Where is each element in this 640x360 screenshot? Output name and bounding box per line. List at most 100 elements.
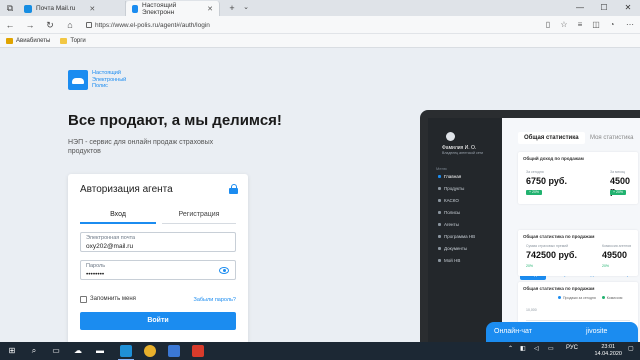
menu-label: КАСКО — [444, 198, 459, 203]
battery-icon[interactable]: ▭ — [548, 345, 554, 352]
avatar — [446, 132, 455, 141]
edge-browser-icon[interactable] — [120, 345, 132, 357]
close-tab-icon[interactable]: ✕ — [207, 5, 213, 13]
tab-mail-label: Почта Mail.ru — [36, 5, 76, 12]
volume-icon[interactable]: ◁ — [534, 345, 539, 352]
income-title: Общий доход по продажам — [523, 156, 584, 161]
profile-icon[interactable]: ◔ — [606, 19, 618, 31]
income-right-badge: + 20% — [610, 190, 627, 195]
secure-lock-icon — [86, 22, 92, 28]
home-icon[interactable]: ⌂ — [64, 19, 76, 31]
chrome-icon[interactable] — [144, 345, 156, 357]
auth-card: Авторизация агента Вход Регистрация Элек… — [68, 174, 248, 342]
file-explorer-icon[interactable]: ▬ — [94, 345, 106, 357]
agents-icon — [438, 223, 441, 226]
remember-checkbox[interactable] — [80, 296, 87, 303]
menu-label: Программа НВ — [444, 234, 476, 239]
onedrive-icon[interactable]: ☁ — [72, 345, 84, 357]
auth-title: Авторизация агента — [80, 184, 173, 195]
bookmark-torgi[interactable]: Торги — [60, 37, 86, 44]
tab-login[interactable]: Вход — [80, 208, 156, 224]
menu-label: Главная — [444, 174, 462, 179]
tab-list-chevron-icon[interactable]: ⌄ — [240, 2, 252, 14]
bookmarks-bar: Авиабилеты Торги — [0, 34, 640, 48]
dashboard-tab-mine: Моя статистика — [590, 135, 634, 141]
dashboard-menu-item: Программа НВ — [438, 234, 475, 239]
dashboard-menu-item: Документы — [438, 246, 467, 251]
task-view-icon[interactable]: ▭ — [50, 345, 62, 357]
legend-commission: Комиссия — [602, 296, 623, 300]
menu-label: Полисы — [444, 210, 461, 215]
clock-time: 23:01 — [601, 344, 616, 350]
dashboard-menu-item: Агенты — [438, 222, 459, 227]
tray-arrow-icon[interactable]: ⌃ — [508, 345, 513, 352]
browser-tab-bar: ⧉ Почта Mail.ru ✕ Настоящий Электронн ✕ … — [0, 0, 640, 16]
products-icon — [438, 187, 441, 190]
show-password-eye-icon[interactable] — [219, 267, 229, 274]
tab-register[interactable]: Регистрация — [162, 208, 236, 224]
mail-favicon-icon — [24, 4, 32, 13]
app-icon[interactable] — [192, 345, 204, 357]
policy-icon — [438, 211, 441, 214]
password-label: Пароль — [86, 263, 106, 269]
documents-icon — [438, 247, 441, 250]
dashboard-user-role: Владелец агентской сети — [442, 151, 484, 155]
site-logo[interactable]: Настоящий Электронный Полис — [68, 70, 132, 90]
login-button[interactable]: Войти — [80, 312, 236, 330]
logo-text: Настоящий Электронный Полис — [92, 70, 127, 89]
new-tab-button[interactable]: + — [226, 2, 238, 14]
url-field[interactable]: https://www.el-polis.ru/agent#/auth/logi… — [86, 19, 526, 31]
tab-actions-icon[interactable]: ⧉ — [4, 2, 16, 14]
tab-el-polis[interactable]: Настоящий Электронн ✕ — [126, 1, 220, 16]
menu-label: Агенты — [444, 222, 459, 227]
dashboard-menu-item: КАСКО — [438, 198, 459, 203]
app-icon[interactable] — [168, 345, 180, 357]
income-left-label: За сегодня — [526, 170, 544, 174]
dashboard-menu-item: Полисы — [438, 210, 460, 215]
income-panel: Общий доход по продажам За сегодня 6750 … — [518, 152, 638, 204]
chart-title: Общая статистика по продажам — [523, 286, 595, 291]
bookmark-label: Авиабилеты — [16, 37, 51, 44]
keyboard-language[interactable]: РУС — [566, 345, 578, 351]
legend-sales: Продажи за сегодня — [558, 296, 596, 300]
search-icon[interactable]: ⌕ — [28, 345, 40, 357]
notifications-icon[interactable]: ▢ — [628, 345, 634, 352]
page-subline: НЭП - сервис для онлайн продаж страховых… — [68, 139, 214, 155]
windows-start-icon[interactable]: ⊞ — [6, 345, 18, 357]
password-field[interactable]: Пароль •••••••• — [80, 260, 236, 280]
my-nv-icon — [438, 259, 441, 262]
more-menu-icon[interactable]: ⋯ — [624, 19, 636, 31]
maximize-button[interactable]: ☐ — [592, 0, 616, 16]
back-arrow-icon[interactable]: ← — [4, 19, 16, 31]
home-icon — [438, 175, 441, 178]
dashboard-menu-header: Меню — [436, 166, 447, 171]
el-polis-favicon-icon — [132, 4, 138, 13]
system-clock[interactable]: 23:01 14.04.2020 — [594, 344, 622, 358]
network-icon[interactable]: ◧ — [520, 345, 526, 352]
email-field[interactable]: Электронная почта oxy202@mail.ru — [80, 232, 236, 252]
tab-mail[interactable]: Почта Mail.ru ✕ — [18, 1, 126, 16]
reading-mode-icon[interactable]: ▯ — [542, 19, 554, 31]
sales-title: Общая статистика по продажам — [523, 234, 595, 239]
bookmark-aviabilety[interactable]: Авиабилеты — [6, 37, 51, 44]
refresh-icon[interactable]: ↻ — [44, 19, 56, 31]
dashboard-menu-item: Продукты — [438, 186, 464, 191]
close-tab-icon[interactable]: ✕ — [89, 5, 95, 13]
menu-label: Продукты — [444, 186, 465, 191]
collections-icon[interactable]: ◫ — [590, 19, 602, 31]
menu-label: Мой НВ — [444, 258, 461, 263]
income-left-value: 6750 руб. — [526, 176, 567, 186]
laptop-mockup: Фамилия И. О. Владелец агентской сети Ме… — [420, 110, 640, 342]
close-window-button[interactable]: ✕ — [616, 0, 640, 16]
forgot-password-link[interactable]: Забыли пароль? — [194, 297, 236, 303]
email-label: Электронная почта — [86, 235, 136, 241]
url-text: https://www.el-polis.ru/agent#/auth/logi… — [95, 21, 210, 29]
favorites-list-icon[interactable]: ≡ — [574, 19, 586, 31]
favorite-star-icon[interactable]: ☆ — [558, 19, 570, 31]
chart-axis-top: 10,000 — [526, 308, 537, 312]
forward-arrow-icon[interactable]: → — [24, 19, 36, 31]
bookmark-label: Торги — [70, 37, 86, 44]
online-chat-widget[interactable]: Онлайн-чат jivosite — [486, 322, 638, 344]
minimize-button[interactable]: — — [568, 0, 592, 16]
dashboard-menu-item: Мой НВ — [438, 258, 460, 263]
